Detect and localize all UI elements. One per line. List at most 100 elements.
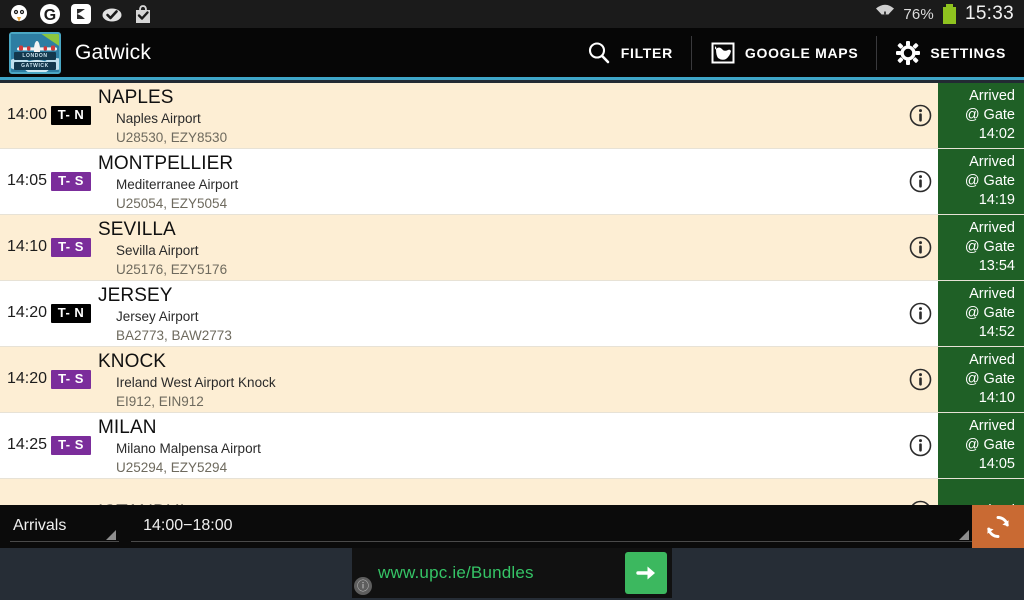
settings-button-label: SETTINGS [930, 44, 1006, 61]
app-icon [70, 3, 92, 25]
status-badge: T- N [50, 105, 92, 126]
ad-url-label: www.upc.ie/Bundles [378, 563, 534, 582]
status-line-2: @ Gate [964, 436, 1015, 453]
info-icon [909, 434, 932, 457]
settings-button[interactable]: SETTINGS [876, 35, 1024, 70]
ad-banner[interactable]: ⓘ www.upc.ie/Bundles [352, 548, 672, 598]
status-line-1: Arrived [969, 417, 1015, 434]
info-icon [909, 368, 932, 391]
status-line-2: @ Gate [964, 304, 1015, 321]
refresh-icon [983, 512, 1013, 542]
flight-status: Arrived @ Gate 14:02 [938, 83, 1024, 148]
flight-time: 14:25 [6, 436, 47, 453]
flight-status: Arrived [938, 479, 1024, 505]
status-bar-clock: 15:33 [964, 3, 1014, 24]
flight-info-button[interactable] [902, 413, 938, 478]
flight-info-button[interactable] [902, 149, 938, 214]
flight-status: Arrived @ Gate 14:52 [938, 281, 1024, 346]
google-maps-button[interactable]: GOOGLE MAPS [690, 35, 877, 70]
status-bar-notification-icons: G [0, 3, 154, 25]
table-row[interactable]: 14:20 T- S KNOCK Ireland West Airport Kn… [0, 347, 1024, 413]
info-icon [909, 236, 932, 259]
direction-dropdown[interactable]: Arrivals [10, 511, 120, 542]
status-line-2: @ Gate [964, 370, 1015, 387]
status-badge: T- S [51, 237, 91, 258]
flight-codes: EI912, EIN912 [116, 393, 204, 409]
flight-airport: Mediterranee Airport [116, 177, 239, 193]
status-line-1: Arrived [969, 285, 1015, 302]
time-range-dropdown[interactable]: 14:00−18:00 [131, 511, 972, 542]
flight-status: Arrived @ Gate 14:10 [938, 347, 1024, 412]
flight-details: MONTPELLIER Mediterranee Airport U25054,… [95, 149, 902, 214]
flight-status: Arrived @ Gate 14:19 [938, 149, 1024, 214]
flight-status: Arrived @ Gate 13:54 [938, 215, 1024, 280]
app-action-bar: LONDON GATWICK Gatwick FILTER GOOGLE MAP… [0, 28, 1024, 80]
status-line-1: Arrived [969, 153, 1015, 170]
refresh-button[interactable] [972, 505, 1024, 548]
terminal-cell: T- S [47, 215, 95, 280]
action-bar-buttons: FILTER GOOGLE MAPS SETTINGS [568, 27, 1024, 79]
battery-icon [940, 3, 958, 25]
info-icon [909, 170, 932, 193]
flight-city: SEVILLA [98, 219, 176, 241]
direction-dropdown-label: Arrivals [13, 517, 67, 534]
flight-info-button[interactable] [902, 83, 938, 148]
table-row[interactable]: 14:25 T- S MILAN Milano Malpensa Airport… [0, 413, 1024, 479]
flight-details: JERSEY Jersey Airport BA2773, BAW2773 [95, 281, 902, 346]
flight-info-button[interactable] [902, 281, 938, 346]
arrow-right-icon [636, 566, 655, 580]
status-line-2: @ Gate [964, 238, 1015, 255]
flight-airport: Jersey Airport [116, 309, 199, 325]
flight-airport: Ireland West Airport Knock [116, 375, 276, 391]
status-badge: T- S [51, 435, 91, 456]
android-status-bar: G 76% 15:33 [0, 0, 1024, 28]
status-bar-system-icons: 76% 15:33 [874, 2, 1024, 27]
flight-codes: U25294, EZY5294 [116, 459, 228, 475]
terminal-cell: T- S [47, 149, 95, 214]
flight-time: 14:05 [6, 172, 47, 189]
terminal-cell: T- S [47, 347, 95, 412]
flight-codes: BA2773, BAW2773 [116, 327, 232, 343]
flight-codes: U28530, EZY8530 [116, 129, 228, 145]
svg-text:G: G [44, 7, 56, 24]
flight-details: MILAN Milano Malpensa Airport U25294, EZ… [95, 413, 902, 478]
filter-button[interactable]: FILTER [568, 36, 691, 70]
flight-details: SEVILLA Sevilla Airport U25176, EZY5176 [95, 215, 902, 280]
table-row[interactable]: 14:10 T- S SEVILLA Sevilla Airport U2517… [0, 215, 1024, 281]
wifi-icon [874, 2, 896, 27]
table-row[interactable]: 14:00 T- N NAPLES Naples Airport U28530,… [0, 83, 1024, 149]
checkmark-bag-icon [132, 3, 154, 25]
info-icon[interactable]: ⓘ [354, 577, 372, 595]
status-time: 13:54 [978, 258, 1015, 275]
filter-button-label: FILTER [620, 44, 673, 61]
globe-map-icon [710, 40, 736, 66]
page-title: Gatwick [75, 40, 152, 64]
terminal-cell: T- N [47, 281, 95, 346]
flight-list[interactable]: 14:00 T- N NAPLES Naples Airport U28530,… [0, 83, 1024, 505]
info-icon [909, 104, 932, 127]
status-time: 14:02 [978, 126, 1015, 143]
status-line-1: Arrived [969, 87, 1015, 104]
status-line-2: @ Gate [964, 106, 1015, 123]
status-time: 14:52 [978, 324, 1015, 341]
flight-info-button[interactable] [902, 479, 938, 505]
google-maps-button-label: GOOGLE MAPS [744, 44, 859, 61]
logo-line-2: GATWICK [14, 61, 56, 70]
flight-info-button[interactable] [902, 347, 938, 412]
table-row[interactable]: 14:20 T- N JERSEY Jersey Airport BA2773,… [0, 281, 1024, 347]
flight-time: 14:00 [6, 106, 47, 123]
status-time: 14:19 [978, 192, 1015, 209]
time-range-dropdown-label: 14:00−18:00 [143, 517, 233, 534]
ad-cta-button[interactable] [625, 552, 667, 594]
status-badge: T- N [50, 303, 92, 324]
ad-zone: ⓘ www.upc.ie/Bundles [0, 548, 1024, 600]
terminal-cell: T- S [47, 413, 95, 478]
table-row[interactable]: ISTANBUL Arrived [0, 479, 1024, 505]
london-gatwick-logo-icon[interactable]: LONDON GATWICK [9, 31, 61, 74]
terminal-cell: T- N [47, 83, 95, 148]
flight-airport: Naples Airport [116, 111, 201, 127]
flight-info-button[interactable] [902, 215, 938, 280]
table-row[interactable]: 14:05 T- S MONTPELLIER Mediterranee Airp… [0, 149, 1024, 215]
flight-time: 14:20 [6, 304, 47, 321]
flight-details: KNOCK Ireland West Airport Knock EI912, … [95, 347, 902, 412]
